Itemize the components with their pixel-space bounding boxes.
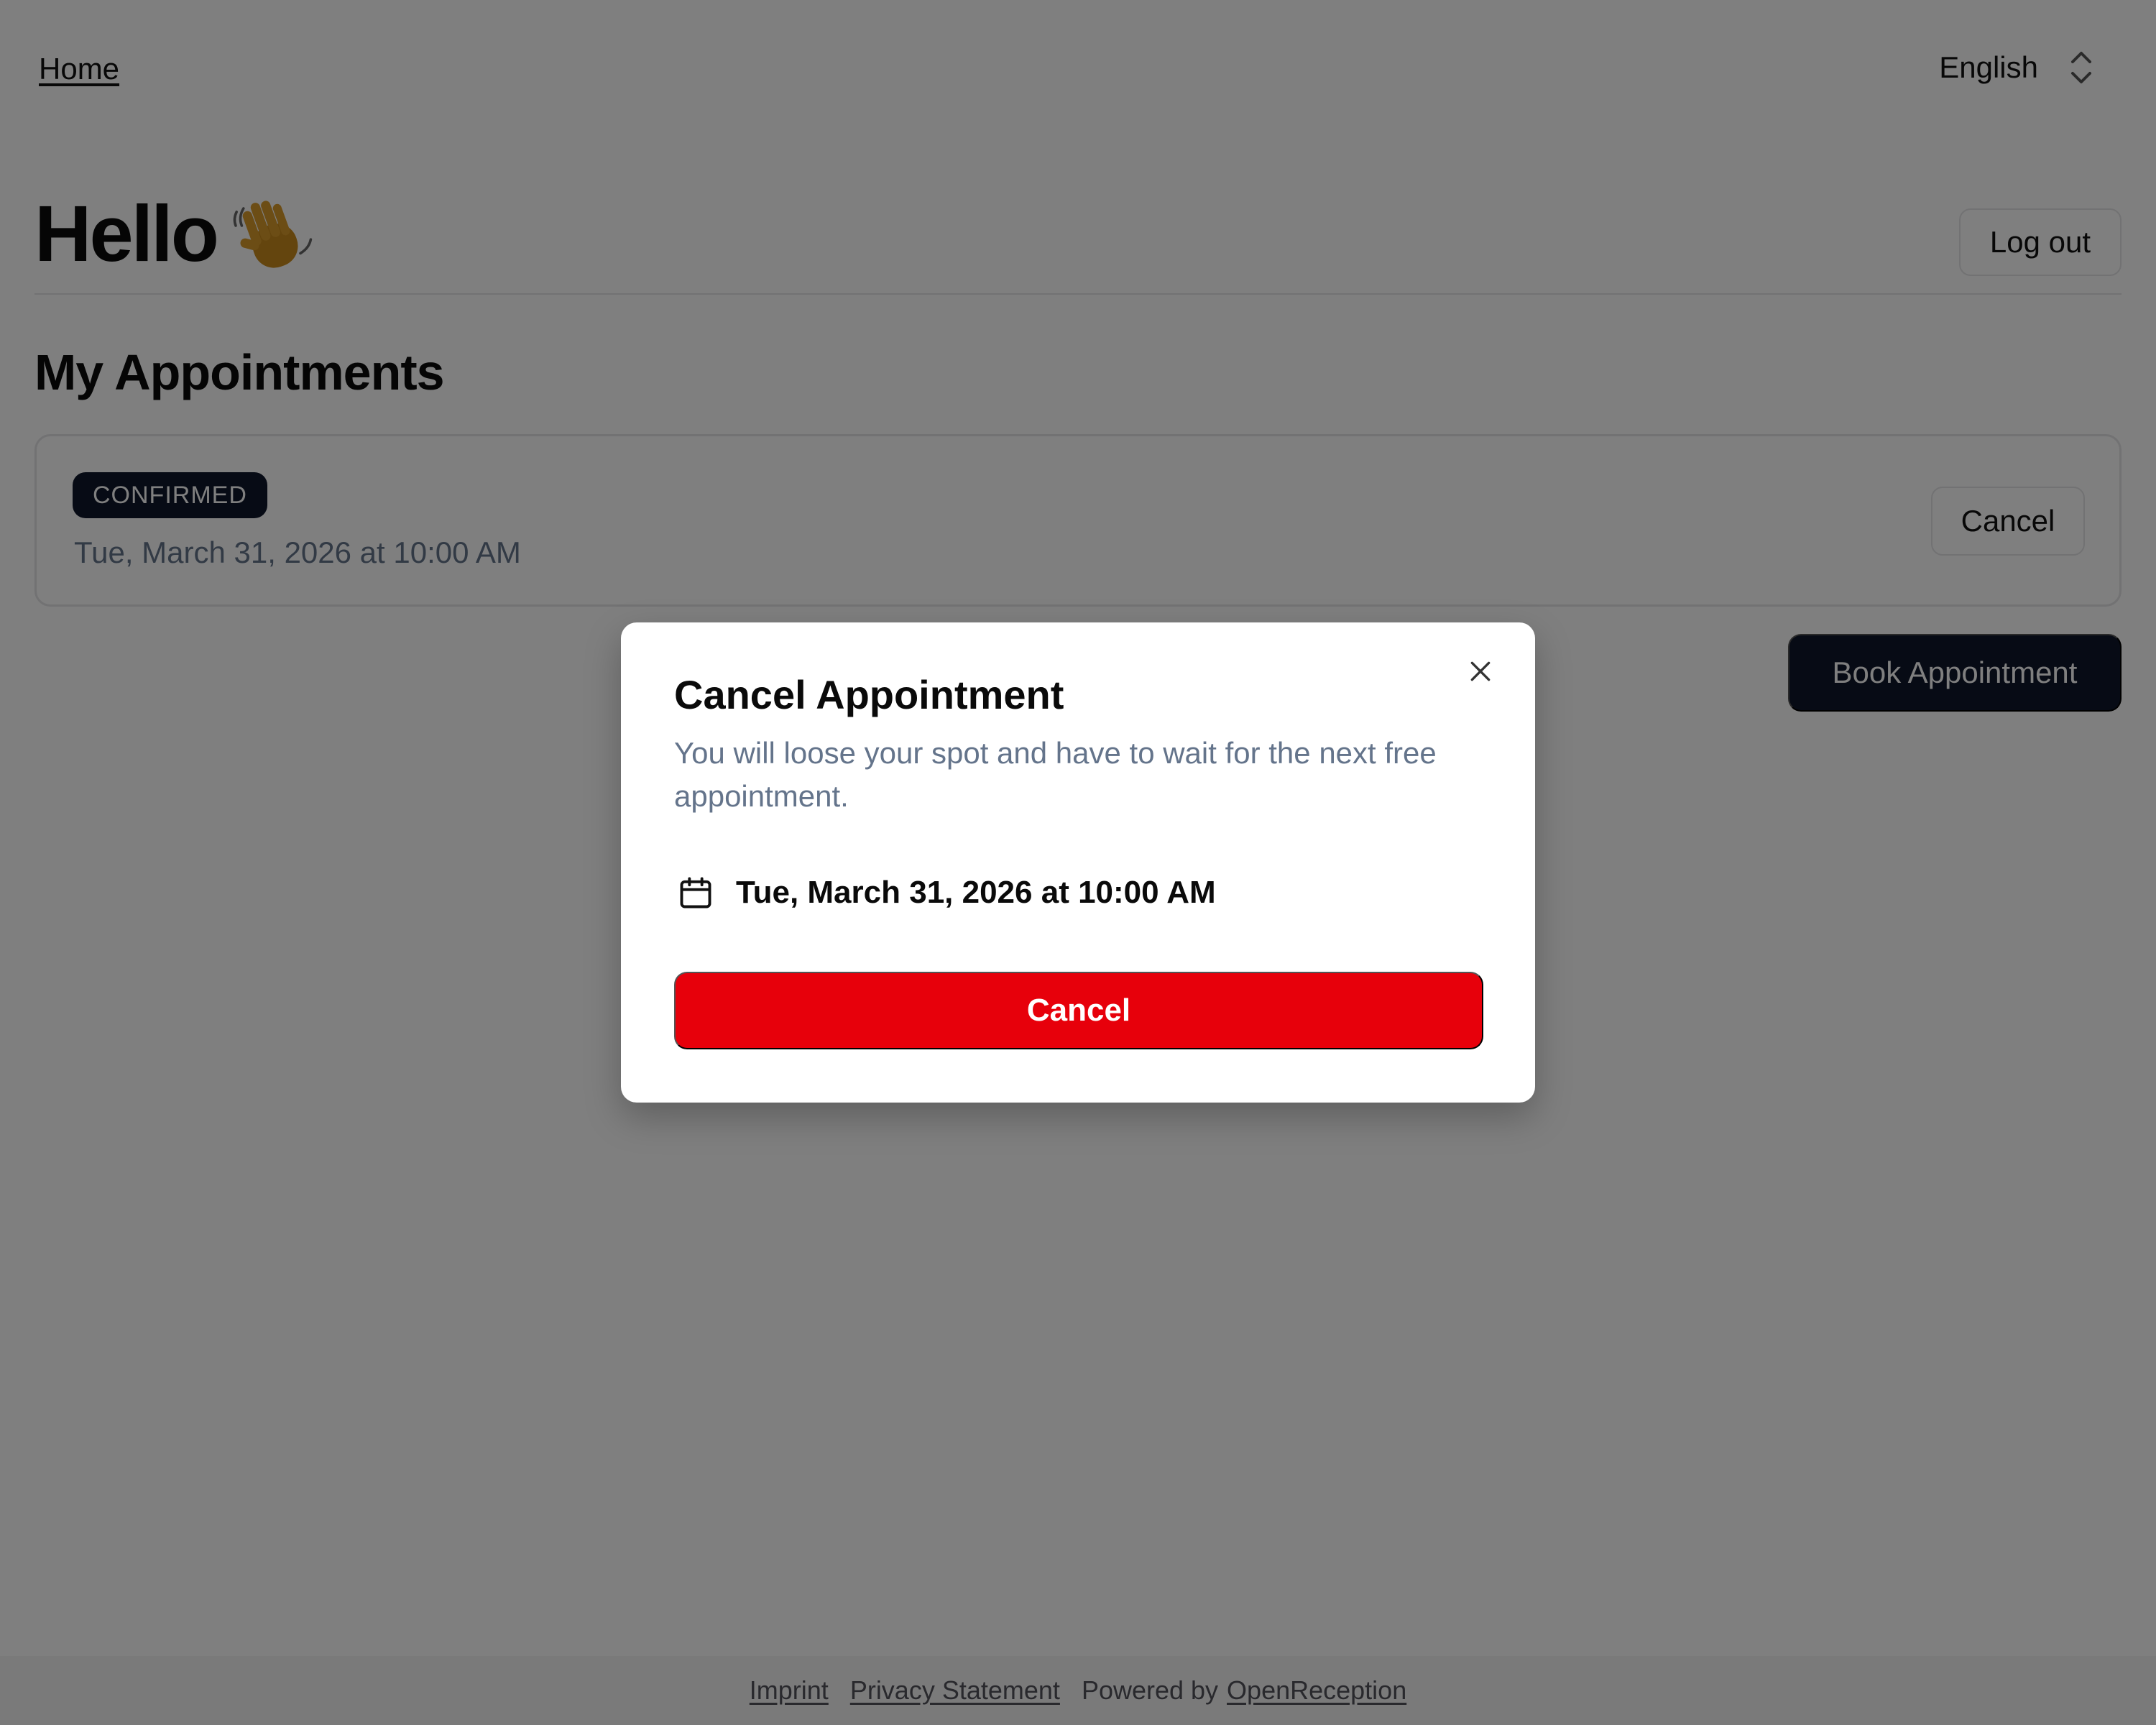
close-dialog-button[interactable] — [1463, 654, 1498, 689]
cancel-dialog: Cancel Appointment You will loose your s… — [621, 622, 1535, 1103]
dialog-title: Cancel Appointment — [674, 672, 1064, 717]
dialog-date: Tue, March 31, 2026 at 10:00 AM — [736, 875, 1216, 910]
close-icon — [1470, 661, 1491, 681]
confirm-cancel-button[interactable]: Cancel — [674, 972, 1483, 1049]
dialog-date-row: Tue, March 31, 2026 at 10:00 AM — [677, 874, 1216, 911]
calendar-icon — [680, 877, 711, 908]
dialog-description: You will loose your spot and have to wai… — [674, 736, 1437, 813]
page: Home English Hello — [0, 0, 2156, 1725]
